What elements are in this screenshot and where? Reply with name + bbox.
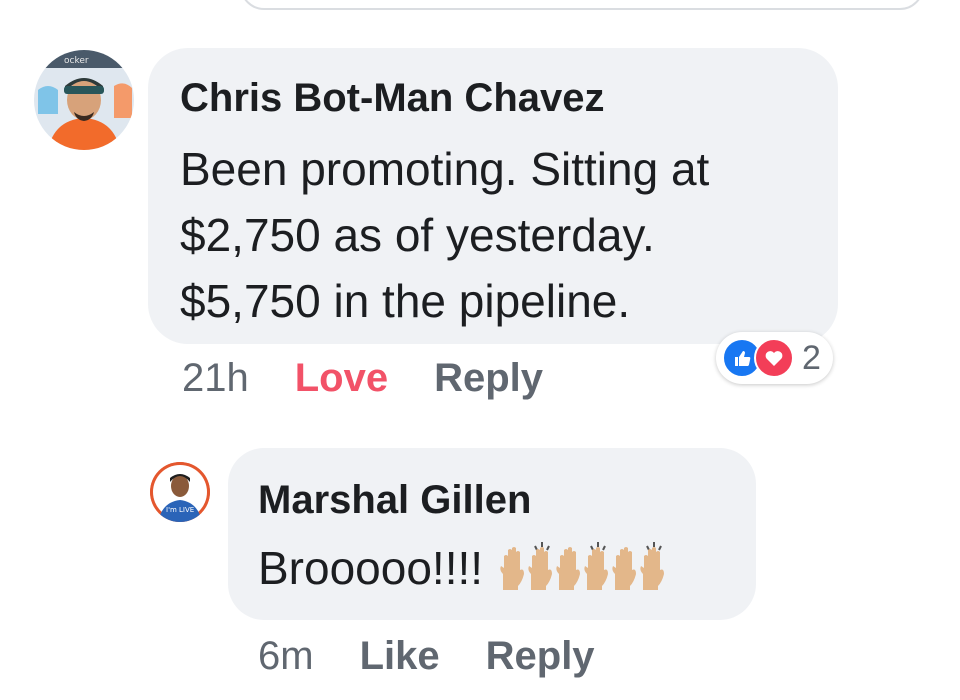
avatar[interactable]: I'm LIVE: [150, 462, 210, 522]
raised-hands-emoji: [640, 542, 665, 590]
reaction-count: 2: [802, 338, 821, 377]
comment-text-row: Brooooo!!!!: [258, 538, 665, 598]
like-button[interactable]: Like: [360, 634, 440, 679]
avatar[interactable]: ocker: [34, 50, 134, 150]
heart-icon: [754, 338, 794, 378]
comment-meta: 6m Like Reply: [258, 634, 595, 679]
comment-input-edge[interactable]: [240, 0, 924, 10]
comment-bubble: Chris Bot-Man Chavez Been promoting. Sit…: [148, 48, 838, 344]
comment-text: Been promoting. Sitting at $2,750 as of …: [180, 143, 710, 327]
comment-author[interactable]: Chris Bot-Man Chavez: [180, 76, 605, 121]
avatar-caption: I'm LIVE: [166, 506, 194, 514]
comment-timestamp[interactable]: 6m: [258, 634, 314, 679]
comment-bubble: Marshal Gillen Brooooo!!!!: [228, 448, 756, 620]
comment-author[interactable]: Marshal Gillen: [258, 478, 531, 523]
comment-meta: 21h Love Reply: [182, 356, 543, 401]
avatar-caption: ocker: [64, 56, 89, 66]
reply-button[interactable]: Reply: [434, 356, 543, 401]
comment-timestamp[interactable]: 21h: [182, 356, 249, 401]
comment-text: Brooooo!!!!: [258, 542, 484, 594]
love-button[interactable]: Love: [295, 356, 388, 401]
emoji-group: [497, 540, 665, 590]
reply-button[interactable]: Reply: [486, 634, 595, 679]
reaction-summary[interactable]: 2: [716, 332, 833, 384]
